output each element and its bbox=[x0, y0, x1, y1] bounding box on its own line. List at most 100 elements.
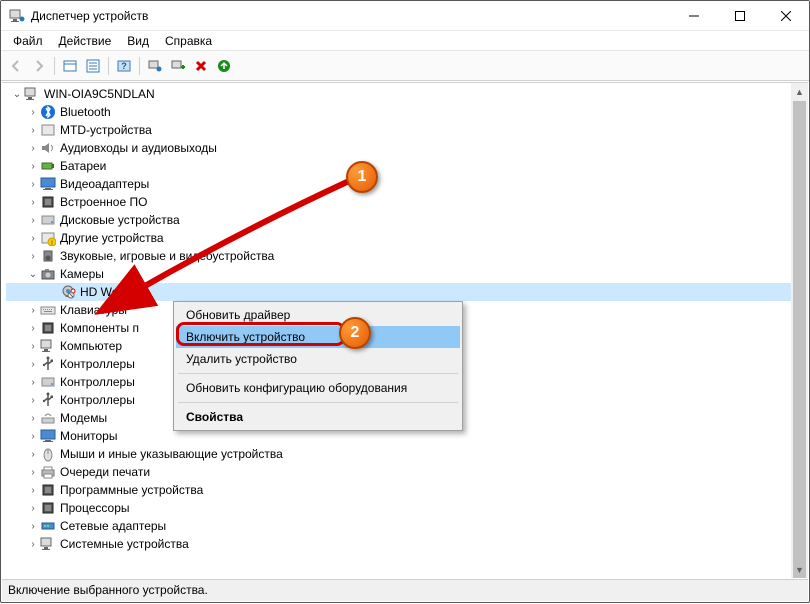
scroll-up-icon[interactable]: ▲ bbox=[791, 83, 808, 100]
tree-category-node[interactable]: ›Звуковые, игровые и видеоустройства bbox=[6, 247, 791, 265]
tree-node-label: MTD-устройства bbox=[60, 123, 152, 137]
tree-node-label: Модемы bbox=[60, 411, 107, 425]
expand-icon[interactable]: › bbox=[26, 467, 40, 478]
menu-file[interactable]: Файл bbox=[5, 32, 51, 50]
menu-action[interactable]: Действие bbox=[51, 32, 120, 50]
tree-category-node[interactable]: ›Мыши и иные указывающие устройства bbox=[6, 445, 791, 463]
toolbar-enable-button[interactable] bbox=[213, 55, 235, 77]
menu-help[interactable]: Справка bbox=[157, 32, 220, 50]
expand-icon[interactable]: › bbox=[26, 413, 40, 424]
tree-category-node[interactable]: ›! Другие устройства bbox=[6, 229, 791, 247]
toolbar-add-legacy-button[interactable] bbox=[167, 55, 189, 77]
expand-icon[interactable]: › bbox=[26, 341, 40, 352]
tree-node-label: Другие устройства bbox=[60, 231, 164, 245]
expand-icon[interactable]: › bbox=[26, 395, 40, 406]
expand-icon[interactable]: › bbox=[26, 539, 40, 550]
expand-icon[interactable]: › bbox=[26, 143, 40, 154]
expand-icon[interactable]: › bbox=[26, 449, 40, 460]
scrollbar-thumb[interactable] bbox=[793, 101, 806, 578]
expand-icon[interactable]: › bbox=[26, 359, 40, 370]
tree-category-node[interactable]: ›Встроенное ПО bbox=[6, 193, 791, 211]
expand-icon[interactable]: › bbox=[26, 431, 40, 442]
toolbar-help-button[interactable]: ? bbox=[113, 55, 135, 77]
tree-node-label: Мониторы bbox=[60, 429, 117, 443]
tree-category-node[interactable]: ›Программные устройства bbox=[6, 481, 791, 499]
warn-icon: ! bbox=[40, 230, 56, 246]
expand-icon[interactable]: › bbox=[26, 161, 40, 172]
tree-webcam-node[interactable]: HD WebCa bbox=[6, 283, 791, 301]
expand-icon[interactable]: › bbox=[26, 305, 40, 316]
tree-category-node[interactable]: ›Bluetooth bbox=[6, 103, 791, 121]
usb-icon bbox=[40, 392, 56, 408]
modem-icon bbox=[40, 410, 56, 426]
audio-icon bbox=[40, 140, 56, 156]
tree-category-node[interactable]: ›Очереди печати bbox=[6, 463, 791, 481]
toolbar-show-hidden-button[interactable] bbox=[59, 55, 81, 77]
context-properties[interactable]: Свойства bbox=[176, 406, 460, 428]
expand-icon[interactable]: › bbox=[26, 503, 40, 514]
chip-icon bbox=[40, 194, 56, 210]
tree-category-node[interactable]: › Дисковые устройства bbox=[6, 211, 791, 229]
vertical-scrollbar[interactable]: ▲ ▼ bbox=[791, 83, 808, 578]
toolbar-back-button[interactable] bbox=[5, 55, 27, 77]
tree-cameras-node[interactable]: ⌄ Камеры bbox=[6, 265, 791, 283]
tree-category-node[interactable]: ›Системные устройства bbox=[6, 535, 791, 553]
display-icon bbox=[40, 428, 56, 444]
expand-icon[interactable]: › bbox=[26, 485, 40, 496]
tree-category-node[interactable]: ›Процессоры bbox=[6, 499, 791, 517]
minimize-button[interactable] bbox=[671, 1, 717, 31]
expand-icon[interactable]: › bbox=[26, 125, 40, 136]
annotation-callout-1: 1 bbox=[346, 161, 378, 193]
tree-category-node[interactable]: › MTD-устройства bbox=[6, 121, 791, 139]
menu-view[interactable]: Вид bbox=[119, 32, 157, 50]
tree-category-node[interactable]: ›Сетевые адаптеры bbox=[6, 517, 791, 535]
maximize-button[interactable] bbox=[717, 1, 763, 31]
context-separator bbox=[178, 402, 458, 403]
svg-text:?: ? bbox=[121, 61, 127, 71]
expand-icon[interactable]: › bbox=[26, 251, 40, 262]
collapse-icon[interactable]: ⌄ bbox=[26, 269, 40, 280]
expand-icon[interactable]: › bbox=[26, 215, 40, 226]
tree-node-label: Компоненты п bbox=[60, 321, 139, 335]
mouse-icon bbox=[40, 446, 56, 462]
expand-icon[interactable]: › bbox=[26, 323, 40, 334]
tree-node-label: Клавиатуры bbox=[60, 303, 127, 317]
tree-node-label: Контроллеры bbox=[60, 357, 135, 371]
context-enable-device[interactable]: Включить устройство bbox=[176, 326, 460, 348]
tree-node-label: Компьютер bbox=[60, 339, 122, 353]
context-refresh-config[interactable]: Обновить конфигурацию оборудования bbox=[176, 377, 460, 399]
camera-icon bbox=[40, 266, 56, 282]
collapse-icon[interactable]: ⌄ bbox=[10, 89, 24, 100]
context-update-driver[interactable]: Обновить драйвер bbox=[176, 304, 460, 326]
close-button[interactable] bbox=[763, 1, 809, 31]
app-icon bbox=[9, 8, 25, 24]
battery-icon bbox=[40, 158, 56, 174]
tree-node-label: Дисковые устройства bbox=[60, 213, 180, 227]
title-bar: Диспетчер устройств bbox=[1, 1, 809, 31]
expand-icon[interactable]: › bbox=[26, 179, 40, 190]
expand-icon[interactable]: › bbox=[26, 377, 40, 388]
toolbar-properties-button[interactable] bbox=[82, 55, 104, 77]
expand-icon[interactable]: › bbox=[26, 233, 40, 244]
computer-icon bbox=[40, 338, 56, 354]
toolbar-uninstall-button[interactable] bbox=[190, 55, 212, 77]
expand-icon[interactable]: › bbox=[26, 107, 40, 118]
annotation-callout-2: 2 bbox=[339, 317, 371, 349]
disk-icon bbox=[40, 374, 56, 390]
status-text: Включение выбранного устройства. bbox=[8, 583, 208, 597]
tree-category-node[interactable]: ›Батареи bbox=[6, 157, 791, 175]
tree-category-node[interactable]: ›Видеоадаптеры bbox=[6, 175, 791, 193]
display-icon bbox=[40, 176, 56, 192]
toolbar-scan-button[interactable] bbox=[144, 55, 166, 77]
tree-node-label: Камеры bbox=[60, 267, 104, 281]
tree-root-node[interactable]: ⌄WIN-OIA9C5NDLAN bbox=[6, 85, 791, 103]
context-remove-device[interactable]: Удалить устройство bbox=[176, 348, 460, 370]
expand-icon[interactable]: › bbox=[26, 521, 40, 532]
sound-icon bbox=[40, 248, 56, 264]
tree-category-node[interactable]: ›Аудиовходы и аудиовыходы bbox=[6, 139, 791, 157]
expand-icon[interactable]: › bbox=[26, 197, 40, 208]
toolbar: ? bbox=[1, 51, 809, 81]
toolbar-forward-button[interactable] bbox=[28, 55, 50, 77]
scroll-down-icon[interactable]: ▼ bbox=[791, 561, 808, 578]
chip-icon bbox=[40, 500, 56, 516]
